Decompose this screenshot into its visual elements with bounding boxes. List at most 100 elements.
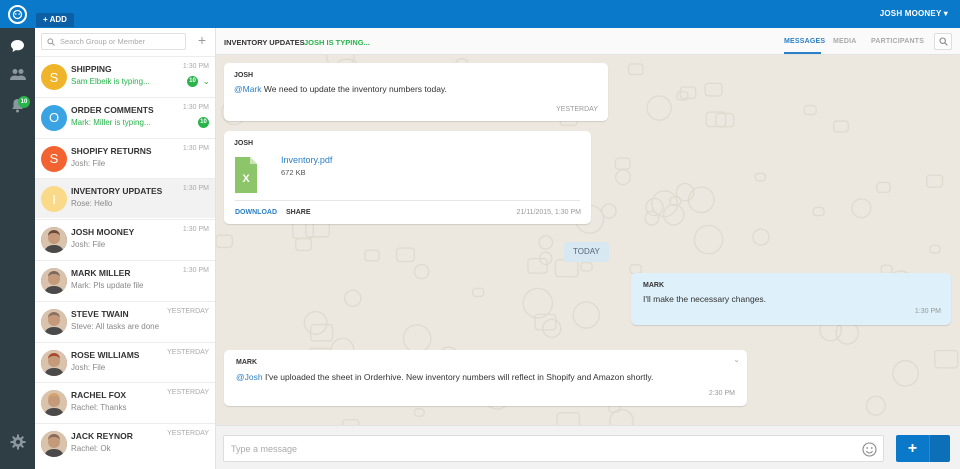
avatar: S [41,64,67,90]
conversation-preview: Steve: All tasks are done [71,321,160,331]
add-button[interactable]: + ADD [36,13,74,27]
avatar [41,227,67,254]
conversation-item[interactable]: ROSE WILLIAMS Josh: File YESTERDAY [35,341,215,382]
tab-media[interactable]: MEDIA [833,38,857,45]
conversation-time: 1:30 PM [182,63,209,70]
conversation-name: INVENTORY UPDATES [71,186,163,197]
gear-icon[interactable] [8,432,27,451]
conversation-preview: Mark: Miller is typing... [71,117,151,127]
date-divider: TODAY [564,242,609,262]
conversation-preview: Josh: File [71,240,106,250]
conversation-name: RACHEL FOX [71,390,127,401]
conversation-preview: Mark: Pls update file [71,281,144,290]
conversation-preview: Rachel: Ok [71,444,111,454]
user-name: JOSH MOONEY [879,9,942,18]
message-text: @Josh I've uploaded the sheet in Orderhi… [236,372,654,382]
file-size: 672 KB [281,168,306,177]
conversation-list: Search Group or Member + S SHIPPING Sam El… [35,28,216,469]
conversation-time: 1:30 PM [182,144,209,152]
emoji-icon[interactable] [862,442,877,457]
unread-badge: 10 [187,76,198,87]
chat-icon[interactable] [8,36,27,55]
message-time: YESTERDAY [556,106,598,113]
conversation-item[interactable]: I INVENTORY UPDATES Rose: Hello 1:30 PM [35,178,215,219]
chevron-down-icon[interactable]: ⌄ [733,355,740,364]
conversation-preview: Josh: File [71,362,106,372]
file-message-bubble[interactable]: JOSH X Inventory.pdf 672 KB DOWNLOAD SHA… [224,131,591,224]
conversation-preview: Sam Elbeik is typing... [71,77,150,86]
message-sender: MARK [236,359,257,366]
user-menu[interactable]: JOSH MOONEY ▾ [880,9,948,18]
mention-link[interactable]: @Mark [234,84,262,94]
app-logo-icon[interactable] [8,5,27,24]
conversation-time: 1:30 PM [182,267,209,274]
message-bubble[interactable]: MARK @Josh I've uploaded the sheet in Or… [224,350,747,406]
send-button[interactable]: + [896,435,929,462]
conversation-name: ORDER COMMENTS [71,104,154,115]
conversation-name: JACK REYNOR [71,431,133,442]
avatar [41,390,67,417]
message-input-placeholder: Type a message [231,444,298,454]
conversation-name: MARK MILLER [71,268,131,278]
conversation-name: SHOPIFY RETURNS [71,145,152,156]
chat-header: INVENTORY UPDATES JOSH IS TYPING... MESS… [216,28,960,55]
download-button[interactable]: DOWNLOAD [235,209,277,216]
conversation-time: YESTERDAY [167,430,209,438]
divider [235,200,580,201]
file-name[interactable]: Inventory.pdf [281,155,332,165]
conversation-item[interactable]: JOSH MOONEY Josh: File 1:30 PM [35,219,215,259]
message-sender: MARK [643,282,664,289]
contacts-icon[interactable] [8,64,27,83]
message-sender: JOSH [234,72,254,79]
excel-file-icon: X [235,155,257,195]
conversation-item[interactable]: RACHEL FOX Rachel: Thanks YESTERDAY [35,382,215,422]
own-message-bubble[interactable]: MARK I'll make the necessary changes. 1:… [631,273,951,325]
chevron-down-icon[interactable]: ⌄ [202,76,210,87]
tab-messages[interactable]: MESSAGES [784,38,825,45]
active-tab-indicator [784,52,821,54]
conversation-time: YESTERDAY [167,389,209,397]
conversation-name: ROSE WILLIAMS [71,349,140,360]
conversation-item[interactable]: STEVE TWAIN Steve: All tasks are done YEST… [35,300,215,341]
conversation-name: SHIPPING [71,64,112,74]
tab-participants[interactable]: PARTICIPANTS [871,38,924,45]
conversation-time: YESTERDAY [167,307,209,315]
conversation-preview: Josh: File [71,158,106,168]
message-text: @Mark We need to update the inventory nu… [234,84,447,94]
message-time: 1:30 PM [914,308,941,315]
chat-search-button[interactable] [934,33,952,50]
message-input[interactable]: Type a message [223,435,884,462]
svg-text:X: X [242,173,250,185]
conversation-item[interactable]: S SHIPPING Sam Elbeik is typing... 1:30 PM 1… [35,56,215,96]
message-text: I'll make the necessary changes. [643,294,767,304]
conversation-item[interactable]: MARK MILLER Mark: Pls update file 1:30 PM [35,260,215,300]
message-composer: Type a message + [216,425,960,469]
conversation-item[interactable]: O ORDER COMMENTS Mark: Miller is typing...… [35,96,215,137]
search-box[interactable]: Search Group or Member [41,33,186,50]
avatar [41,349,67,376]
avatar [41,268,67,294]
share-button[interactable]: SHARE [286,209,311,216]
conversation-preview: Rachel: Thanks [71,403,127,413]
chat-messages-area[interactable]: JOSH @Mark We need to update the invento… [216,55,960,425]
conversation-name: JOSH MOONEY [71,227,135,238]
conversation-item[interactable]: S SHOPIFY RETURNS Josh: File 1:30 PM [35,137,215,178]
caret-down-icon: ▾ [943,9,948,18]
conversation-time: 1:30 PM [182,185,209,193]
avatar: O [41,104,67,131]
message-time: 2:30 PM [708,390,735,397]
message-time: 21/11/2015, 1:30 PM [516,209,581,216]
conversation-time: 1:30 PM [182,226,209,234]
conversation-item[interactable]: JACK REYNOR Rachel: Ok YESTERDAY [35,423,215,463]
search-icon [47,37,55,46]
avatar [41,308,67,335]
send-options-button[interactable] [929,435,950,462]
top-bar: + ADD JOSH MOONEY ▾ [0,0,960,28]
avatar: S [41,145,67,172]
typing-indicator: JOSH IS TYPING... [304,38,370,47]
message-bubble[interactable]: JOSH @Mark We need to update the invento… [224,63,608,121]
search-input[interactable]: Search Group or Member [60,37,145,46]
new-conversation-button[interactable]: + [193,33,211,50]
mention-link[interactable]: @Josh [236,372,263,382]
notification-badge: 10 [18,96,30,108]
